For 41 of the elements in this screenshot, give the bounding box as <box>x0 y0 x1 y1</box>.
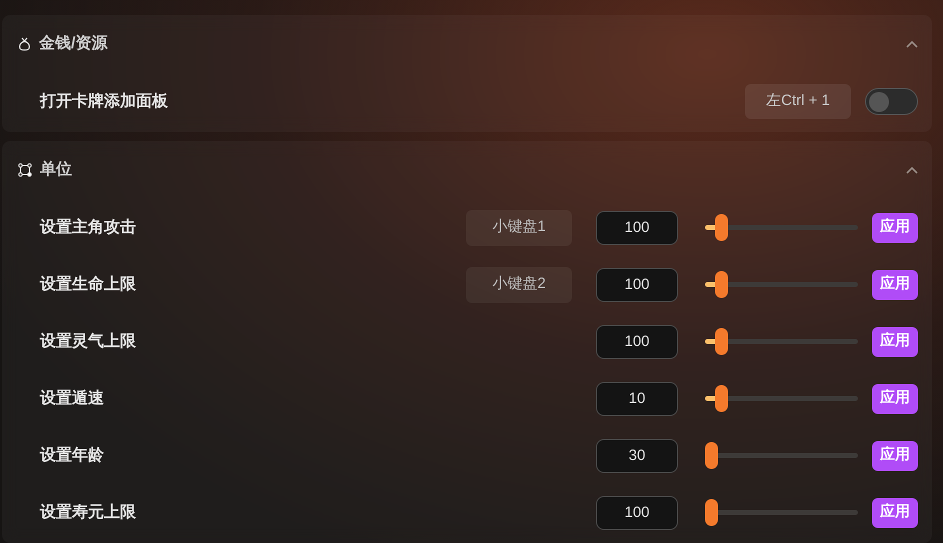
hotkey-button[interactable]: 小键盘2 <box>466 266 572 302</box>
slider[interactable] <box>705 442 858 469</box>
slider-thumb[interactable] <box>705 442 718 469</box>
slider-thumb[interactable] <box>714 214 728 241</box>
value-field[interactable]: 30 <box>596 438 678 472</box>
setting-label: 设置灵气上限 <box>40 332 136 352</box>
slider[interactable] <box>705 214 858 241</box>
slider-thumb[interactable] <box>714 328 728 355</box>
setting-label: 设置寿元上限 <box>40 502 136 522</box>
apply-button[interactable]: 应用 <box>872 212 918 242</box>
slider-thumb[interactable] <box>714 271 728 298</box>
apply-button[interactable]: 应用 <box>872 326 918 356</box>
value-field[interactable]: 10 <box>596 382 678 416</box>
value-field[interactable]: 100 <box>596 210 678 244</box>
setting-label: 设置生命上限 <box>40 274 136 294</box>
chevron-icon[interactable] <box>906 40 918 48</box>
hotkey-button[interactable]: 小键盘1 <box>466 210 572 246</box>
toggle-switch[interactable] <box>865 88 918 115</box>
apply-button[interactable]: 应用 <box>872 498 918 528</box>
apply-button[interactable]: 应用 <box>872 270 918 300</box>
slider[interactable] <box>705 328 858 355</box>
setting-label: 设置年龄 <box>40 446 104 466</box>
section-title: 金钱/资源 <box>39 34 108 54</box>
slider[interactable] <box>705 271 858 298</box>
nodes-icon <box>18 163 32 177</box>
slider-thumb[interactable] <box>705 499 718 526</box>
apply-button[interactable]: 应用 <box>872 384 918 414</box>
setting-label: 打开卡牌添加面板 <box>40 92 168 112</box>
value-field[interactable]: 100 <box>596 496 678 530</box>
value-field[interactable]: 100 <box>596 268 678 302</box>
money-bag-icon <box>18 37 31 51</box>
slider[interactable] <box>705 385 858 412</box>
setting-label: 设置遁速 <box>40 388 104 408</box>
section-title: 单位 <box>40 160 72 180</box>
slider[interactable] <box>705 499 858 526</box>
slider-thumb[interactable] <box>714 385 728 412</box>
value-field[interactable]: 100 <box>596 324 678 358</box>
hotkey-button[interactable]: 左Ctrl + 1 <box>745 84 851 119</box>
apply-button[interactable]: 应用 <box>872 440 918 470</box>
chevron-icon[interactable] <box>906 166 918 174</box>
setting-label: 设置主角攻击 <box>40 217 136 238</box>
